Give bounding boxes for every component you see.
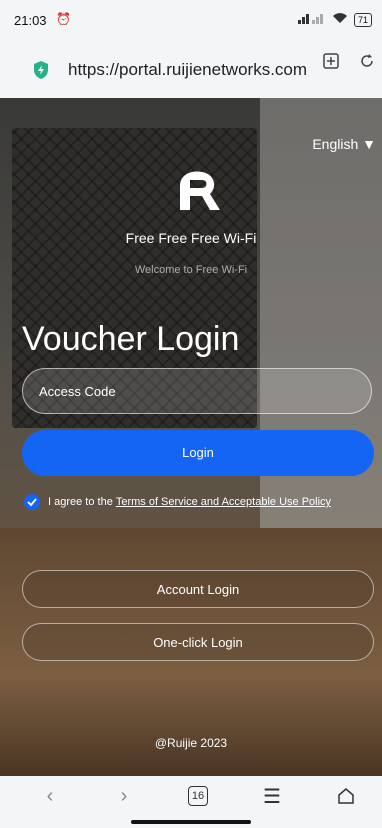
check-icon bbox=[27, 498, 37, 507]
forward-icon[interactable]: › bbox=[104, 784, 144, 808]
tabs-button[interactable]: 16 bbox=[178, 784, 218, 808]
brand-title: Free Free Free Wi-Fi bbox=[125, 230, 257, 246]
footer-copyright: @Ruijie 2023 bbox=[154, 736, 228, 750]
home-indicator bbox=[131, 820, 251, 824]
alarm-icon: ⏰ bbox=[56, 12, 71, 26]
portal-page: English ▼ Free Free Free Wi-Fi Welcome t… bbox=[0, 98, 382, 776]
welcome-text: Welcome to Free Wi-Fi bbox=[134, 264, 248, 276]
url-text[interactable]: https://portal.ruijienetworks.com bbox=[68, 60, 330, 80]
browser-nav-bar: ‹ › 16 ☰ bbox=[0, 776, 382, 828]
agree-text: I agree to the bbox=[48, 496, 113, 508]
status-bar: 21:03 ⏰ 71 bbox=[0, 0, 382, 42]
access-code-input[interactable] bbox=[22, 368, 372, 414]
caret-down-icon: ▼ bbox=[362, 136, 376, 152]
url-actions bbox=[322, 52, 376, 70]
one-click-login-button[interactable]: One-click Login bbox=[22, 623, 374, 661]
signal-icon bbox=[297, 12, 326, 27]
shield-icon[interactable] bbox=[32, 60, 50, 80]
tab-count: 16 bbox=[188, 786, 208, 806]
agree-checkbox[interactable] bbox=[24, 494, 40, 510]
browser-toolbar: https://portal.ruijienetworks.com bbox=[0, 42, 382, 98]
account-login-button[interactable]: Account Login bbox=[22, 570, 374, 608]
terms-link[interactable]: Terms of Service and Acceptable Use Poli… bbox=[116, 496, 331, 508]
status-icons: 71 bbox=[297, 12, 372, 27]
menu-icon[interactable]: ☰ bbox=[252, 784, 292, 808]
ruijie-logo-icon bbox=[180, 171, 220, 210]
status-time: 21:03 bbox=[14, 13, 47, 28]
reload-icon[interactable] bbox=[358, 52, 376, 70]
login-button[interactable]: Login bbox=[22, 430, 374, 476]
back-icon[interactable]: ‹ bbox=[30, 784, 70, 808]
battery-icon: 71 bbox=[353, 12, 372, 27]
terms-agreement: I agree to the Terms of Service and Acce… bbox=[24, 494, 331, 510]
bookmark-add-icon[interactable] bbox=[322, 52, 340, 70]
page-heading: Voucher Login bbox=[22, 320, 240, 358]
language-label: English bbox=[312, 136, 359, 152]
address-bar[interactable]: https://portal.ruijienetworks.com bbox=[16, 50, 368, 90]
wifi-icon bbox=[332, 12, 348, 27]
home-icon[interactable] bbox=[326, 784, 366, 808]
language-selector[interactable]: English ▼ bbox=[312, 136, 376, 152]
